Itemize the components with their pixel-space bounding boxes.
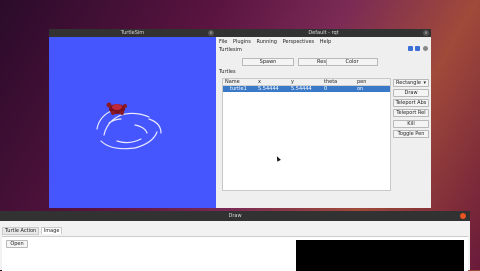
cell-x: 5.54444 [258,86,279,92]
shape-select[interactable]: Rectangle ▾ [393,79,429,87]
kill-button[interactable]: Kill [393,120,429,128]
menu-help[interactable]: Help [320,39,331,45]
teleport-abs-button[interactable]: Teleport Abs [393,99,429,107]
draw-title: Draw [228,213,242,219]
close-icon[interactable]: × [423,30,429,36]
close-icon[interactable] [423,46,428,51]
tab-content: Open [2,236,468,271]
menu-running[interactable]: Running [256,39,277,45]
image-preview [296,240,464,271]
plugin-title: Turtlesim [219,47,242,53]
close-icon[interactable] [460,213,466,219]
header-y[interactable]: y [291,79,294,85]
header-x[interactable]: x [258,79,261,85]
chevron-down-icon: ▾ [423,80,426,86]
turtles-label: Turtles [219,69,236,75]
help-icon[interactable] [407,46,413,51]
draw-titlebar: Draw [0,211,470,221]
rqt-window: Default - rqt × File Plugins Running Per… [216,29,431,208]
rqt-titlebar: Default - rqt [216,29,431,37]
shape-select-value: Rectangle [396,80,421,86]
table-row[interactable]: turtle1 5.54444 5.54444 0 on [223,86,390,92]
tab-turtle-action[interactable]: Turtle Action [2,227,40,235]
header-name[interactable]: Name [225,79,240,85]
spawn-button[interactable]: Spawn [242,58,294,66]
table-header: Name x y theta pen [223,79,390,86]
cell-theta: 0 [324,86,328,92]
menu-bar: File Plugins Running Perspectives Help [219,39,335,47]
tab-bar: Turtle Action Image [2,227,63,235]
draw-button[interactable]: Draw [393,89,429,97]
turtles-table: Name x y theta pen turtle1 5.54444 5.544… [222,78,391,191]
menu-file[interactable]: File [219,39,227,45]
tab-image[interactable]: Image [40,227,63,234]
draw-window: Draw Turtle Action Image Open [0,211,470,271]
header-theta[interactable]: theta [324,79,337,85]
turtlesim-window: TurtleSim × [49,29,216,208]
rqt-title: Default - rqt [308,30,339,36]
cell-name: turtle1 [230,86,247,92]
cell-pen: on [357,86,364,92]
header-pen[interactable]: pen [357,79,366,85]
turtle-icon[interactable] [106,102,128,116]
open-button[interactable]: Open [6,240,28,248]
turtlesim-titlebar: TurtleSim [49,29,216,37]
cell-y: 5.54444 [291,86,312,92]
turtle-trail [96,110,162,150]
menu-perspectives[interactable]: Perspectives [283,39,315,45]
close-icon[interactable]: × [208,30,214,36]
toggle-pen-button[interactable]: Toggle Pen [393,130,429,138]
menu-plugins[interactable]: Plugins [233,39,251,45]
color-button[interactable]: Color [326,58,378,66]
reload-icon[interactable] [415,46,421,51]
teleport-rel-button[interactable]: Teleport Rel [393,109,429,117]
plugin-toolbar [407,46,428,53]
turtle-canvas [96,102,162,150]
turtlesim-title: TurtleSim [120,30,145,36]
